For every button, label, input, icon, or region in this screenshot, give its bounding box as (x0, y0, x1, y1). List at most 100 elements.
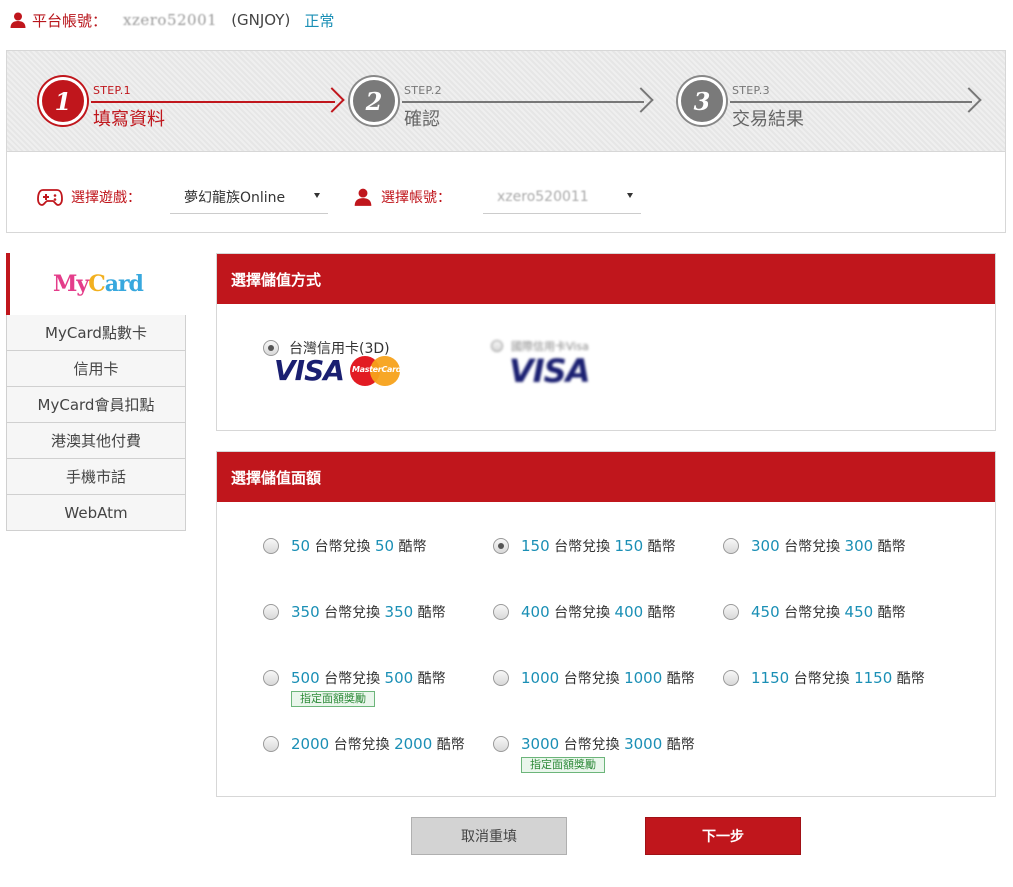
amount-suffix: 酷幣 (666, 737, 695, 753)
amount-suffix: 酷幣 (877, 605, 906, 621)
amount-option-radio[interactable] (493, 670, 509, 686)
game-selector: 選擇遊戲： (37, 180, 141, 214)
payment-channel-nav: MyCard MyCard點數卡 信用卡 MyCard會員扣點 港澳其他付費 手… (6, 253, 186, 531)
amount-option[interactable]: 150 台幣兌換 150 酷幣 (493, 536, 676, 556)
amount-option-radio[interactable] (263, 736, 279, 752)
step-3-label: STEP.3 (732, 84, 770, 97)
amount-suffix: 酷幣 (417, 671, 446, 687)
amount-panel: 選擇儲值面額 50 台幣兌換 50 酷幣 150 台幣兌換 150 酷幣 300 台… (216, 451, 996, 797)
mycard-logo: MyCard (53, 271, 144, 297)
amount-title: 選擇儲值面額 (217, 452, 995, 502)
amount-option[interactable]: 1000 台幣兌換 1000 酷幣 (493, 668, 695, 688)
amount-suffix: 酷幣 (417, 605, 446, 621)
reward-badge: 指定面額獎勵 (521, 757, 605, 773)
reset-button[interactable]: 取消重填 (411, 817, 567, 855)
nav-item-webatm[interactable]: WebAtm (6, 495, 186, 531)
amount-option-label: 300 台幣兌換 300 酷幣 (751, 536, 906, 556)
step-1-arrow-icon (319, 87, 345, 113)
account-dropdown-caret-icon (627, 193, 633, 198)
user-icon (10, 12, 26, 28)
account-dropdown-value: xzero520011 (497, 188, 589, 205)
account-status: 正常 (304, 11, 335, 30)
platform-account-label: 平台帳號： (32, 11, 108, 30)
amount-option-radio[interactable] (263, 670, 279, 686)
gamepad-icon (37, 189, 63, 206)
amount-option[interactable]: 2000 台幣兌換 2000 酷幣 (263, 734, 465, 754)
amount-option-radio[interactable] (263, 604, 279, 620)
amount-option[interactable]: 400 台幣兌換 400 酷幣 (493, 602, 676, 622)
amount-option-radio[interactable] (493, 538, 509, 554)
amount-middle-text: 台幣兌換 (554, 539, 611, 555)
amount-option[interactable]: 50 台幣兌換 50 酷幣 (263, 536, 427, 556)
amount-middle-text: 台幣兌換 (324, 671, 381, 687)
platform-account-value: xzero52001 (123, 11, 218, 29)
mycard-logo-tab[interactable]: MyCard (6, 253, 186, 315)
amount-middle-text: 台幣兌換 (784, 539, 841, 555)
step-3-number: 3 (678, 77, 726, 125)
step-3-title: 交易結果 (732, 109, 804, 130)
amount-option-radio[interactable] (723, 538, 739, 554)
amount-coins: 3000 (624, 735, 663, 753)
amount-coins: 1000 (624, 669, 663, 687)
step-2-line (402, 101, 644, 103)
amount-coins: 300 (844, 537, 874, 555)
platform-account-org: (GNJOY) (231, 11, 291, 29)
amount-option-radio[interactable] (493, 736, 509, 752)
account-selector: 選擇帳號： (353, 180, 451, 214)
step-1-line (91, 101, 335, 103)
amount-twd: 3000 (521, 735, 560, 753)
amount-option[interactable]: 500 台幣兌換 500 酷幣 指定面額獎勵 (263, 668, 446, 707)
amount-twd: 1000 (521, 669, 560, 687)
amount-option-radio[interactable] (263, 538, 279, 554)
amount-twd: 50 (291, 537, 311, 555)
amount-suffix: 酷幣 (896, 671, 925, 687)
game-dropdown[interactable]: 夢幻龍族Online (170, 180, 328, 214)
nav-item-hk-macau[interactable]: 港澳其他付費 (6, 423, 186, 459)
amount-suffix: 酷幣 (647, 539, 676, 555)
amount-option[interactable]: 3000 台幣兌換 3000 酷幣 指定面額獎勵 (493, 734, 695, 773)
amount-twd: 350 (291, 603, 320, 621)
amount-option[interactable]: 1150 台幣兌換 1150 酷幣 (723, 668, 925, 688)
amount-twd: 500 (291, 669, 320, 687)
amount-option-label: 450 台幣兌換 450 酷幣 (751, 602, 906, 622)
amount-option-radio[interactable] (723, 604, 739, 620)
step-3-arrow-icon (956, 87, 982, 113)
step-1-number: 1 (39, 77, 87, 125)
amount-option[interactable]: 350 台幣兌換 350 酷幣 (263, 602, 446, 622)
amount-option[interactable]: 300 台幣兌換 300 酷幣 (723, 536, 906, 556)
amount-middle-text: 台幣兌換 (333, 737, 390, 753)
amount-option-label: 2000 台幣兌換 2000 酷幣 (291, 734, 465, 754)
amount-suffix: 酷幣 (436, 737, 465, 753)
amount-coins: 450 (844, 603, 874, 621)
nav-item-mobile-phone[interactable]: 手機市話 (6, 459, 186, 495)
next-step-button[interactable]: 下一步 (645, 817, 801, 855)
amount-suffix: 酷幣 (647, 605, 676, 621)
amount-middle-text: 台幣兌換 (314, 539, 371, 555)
step-2-title: 確認 (404, 109, 440, 130)
nav-item-credit-card[interactable]: 信用卡 (6, 351, 186, 387)
amount-coins: 500 (384, 669, 414, 687)
nav-item-mycard-card[interactable]: MyCard點數卡 (6, 315, 186, 351)
payment-option-intl-visa[interactable]: 國際信用卡Visa VISA (491, 338, 641, 390)
nav-item-mycard-member[interactable]: MyCard會員扣點 (6, 387, 186, 423)
amount-coins: 400 (614, 603, 644, 621)
amount-middle-text: 台幣兌換 (784, 605, 841, 621)
amount-twd: 300 (751, 537, 780, 555)
account-selector-label: 選擇帳號： (381, 190, 451, 206)
amount-suffix: 酷幣 (398, 539, 427, 555)
step-3-line (730, 101, 972, 103)
game-dropdown-caret-icon (314, 193, 320, 198)
amount-twd: 400 (521, 603, 550, 621)
amount-option-radio[interactable] (723, 670, 739, 686)
account-dropdown[interactable]: xzero520011 (483, 180, 641, 214)
amount-option[interactable]: 450 台幣兌換 450 酷幣 (723, 602, 906, 622)
payment-method-panel: 選擇儲值方式 台灣信用卡(3D) VISA MasterCard 國際信用卡Vi… (216, 253, 996, 431)
amount-coins: 2000 (394, 735, 433, 753)
amount-coins: 150 (614, 537, 644, 555)
step-2-number: 2 (350, 77, 398, 125)
amount-middle-text: 台幣兌換 (563, 671, 620, 687)
amount-option-radio[interactable] (493, 604, 509, 620)
user-icon (354, 188, 372, 206)
payment-option-intl-radio[interactable] (491, 340, 503, 352)
platform-account-line: 平台帳號： xzero52001 (GNJOY) 正常 (9, 10, 334, 30)
